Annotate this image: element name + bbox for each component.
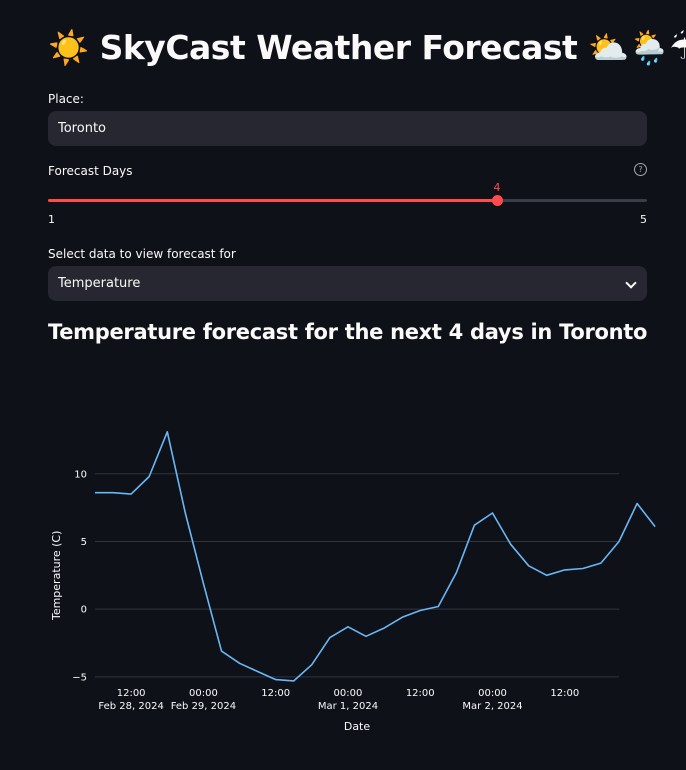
x-tick-label: 12:00: [261, 688, 290, 699]
x-tick-label: 12:00: [550, 688, 579, 699]
place-label: Place:: [48, 92, 84, 106]
weather-icons: ⛅🌦️☔: [588, 28, 686, 67]
y-axis-label: Temperature (C): [50, 531, 63, 621]
data-select[interactable]: Temperature: [48, 266, 647, 301]
slider-max-label: 5: [640, 213, 647, 226]
x-tick-date-label: Mar 1, 2024: [318, 701, 378, 712]
forecast-subheader: Temperature forecast for the next 4 days…: [48, 320, 648, 344]
forecast-days-slider-track[interactable]: [48, 199, 647, 202]
x-tick-label: 00:00: [334, 688, 363, 699]
temperature-chart: 10 5 0 −5 12:00 Feb 28, 2024 00:00 Feb 29, 2024…: [50, 430, 656, 733]
page-title: ☀️ SkyCast Weather Forecast ⛅🌦️☔: [48, 28, 686, 68]
slider-value: 4: [493, 181, 501, 194]
forecast-days-slider-thumb[interactable]: [492, 195, 503, 206]
page-title-text: SkyCast Weather Forecast: [99, 28, 578, 67]
forecast-days-label: Forecast Days: [48, 164, 133, 178]
x-tick-label: 00:00: [478, 688, 507, 699]
x-axis-label: Date: [344, 720, 371, 733]
help-circle-icon[interactable]: ?: [634, 163, 647, 176]
slider-min-label: 1: [48, 213, 55, 226]
x-tick-date-label: Feb 28, 2024: [98, 701, 163, 712]
y-tick-label: 10: [74, 469, 87, 480]
y-tick-label: 0: [81, 605, 87, 616]
data-select-label: Select data to view forecast for: [48, 247, 236, 261]
x-tick-label: 00:00: [189, 688, 218, 699]
place-input[interactable]: [48, 111, 647, 146]
y-tick-label: 5: [81, 537, 87, 548]
chevron-down-icon[interactable]: [625, 277, 637, 289]
x-tick-label: 12:00: [406, 688, 435, 699]
x-tick-label: 12:00: [117, 688, 146, 699]
x-tick-date-label: Mar 2, 2024: [462, 701, 522, 712]
temperature-series-line: [95, 430, 656, 682]
sun-icon: ☀️: [48, 28, 89, 67]
slider-fill: [48, 199, 497, 202]
x-tick-date-label: Feb 29, 2024: [171, 701, 236, 712]
data-select-value: Temperature: [58, 276, 141, 291]
y-tick-label: −5: [72, 672, 87, 683]
